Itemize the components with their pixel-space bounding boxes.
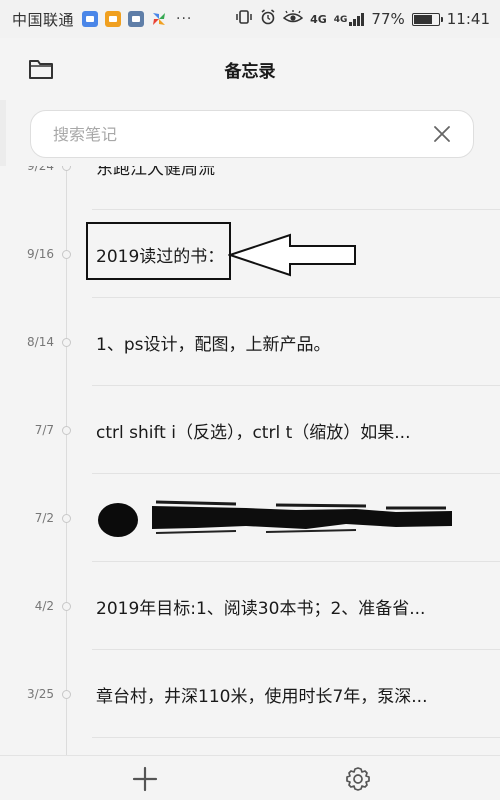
app-notification-icon — [128, 11, 145, 27]
timeline-dot — [62, 602, 71, 611]
folder-icon[interactable] — [28, 58, 54, 80]
note-title: 章台村，井深110米，使用时长7年，泵深... — [96, 686, 428, 707]
note-title: 东跑江大健周流 — [96, 166, 215, 179]
note-date: 3/25 — [27, 687, 54, 701]
timeline-dot — [62, 426, 71, 435]
signal-strength: 4G — [333, 12, 365, 26]
timeline-dot — [62, 690, 71, 699]
note-date: 8/14 — [27, 335, 54, 349]
note-title: ctrl shift i（反选），ctrl t（缩放）如果... — [96, 422, 411, 443]
list-item[interactable]: 3/25 章台村，井深110米，使用时长7年，泵深... — [0, 650, 500, 738]
app-notification-icon — [105, 11, 122, 27]
timeline-dot — [62, 166, 71, 171]
timeline-dot — [62, 514, 71, 523]
clock: 11:41 — [446, 10, 490, 28]
bottom-toolbar — [0, 755, 500, 800]
note-date: 9/24 — [27, 166, 54, 173]
battery-percent: 77% — [371, 10, 405, 28]
app-header: 备忘录 — [0, 38, 500, 100]
list-item[interactable]: 9/24 东跑江大健周流 — [0, 166, 500, 210]
note-date: 4/2 — [34, 599, 54, 613]
more-notifications: ··· — [176, 11, 193, 27]
app-notification-icon — [82, 11, 99, 27]
note-date: 9/16 — [27, 247, 54, 261]
timeline-dot — [62, 338, 71, 347]
search-input[interactable] — [53, 124, 433, 144]
gear-icon[interactable] — [344, 765, 372, 793]
carrier-label: 中国联通 — [12, 10, 75, 29]
timeline-dot — [62, 250, 71, 259]
close-icon[interactable] — [433, 125, 451, 143]
network-type-label: 4G — [310, 12, 327, 26]
annotation-arrow-icon — [228, 233, 356, 277]
signal-bars-icon — [349, 12, 365, 26]
note-title: 1、ps设计，配图，上新产品。 — [96, 334, 331, 355]
network-type-label-2: 4G — [333, 14, 348, 25]
divider — [92, 737, 500, 738]
annotation-highlight-box — [86, 222, 231, 280]
note-title: 2019年目标:1、阅读30本书；2、准备省... — [96, 598, 426, 619]
eye-comfort-icon — [282, 10, 304, 28]
list-item[interactable]: 8/14 1、ps设计，配图，上新产品。 — [0, 298, 500, 386]
status-bar: 中国联通 ··· 4G 4G 77% 11:41 — [0, 0, 500, 38]
page-title: 备忘录 — [224, 61, 276, 82]
redaction-scribble — [98, 500, 452, 537]
alarm-icon — [260, 9, 276, 29]
battery-icon — [411, 12, 443, 26]
vibrate-icon — [235, 10, 253, 28]
note-date: 7/2 — [34, 511, 54, 525]
plus-icon[interactable] — [132, 766, 158, 792]
list-item[interactable]: 4/2 2019年目标:1、阅读30本书；2、准备省... — [0, 562, 500, 650]
search-bar[interactable] — [30, 110, 474, 158]
pinwheel-icon — [151, 11, 167, 27]
list-item[interactable]: 7/7 ctrl shift i（反选），ctrl t（缩放）如果... — [0, 386, 500, 474]
note-date: 7/7 — [34, 423, 54, 437]
